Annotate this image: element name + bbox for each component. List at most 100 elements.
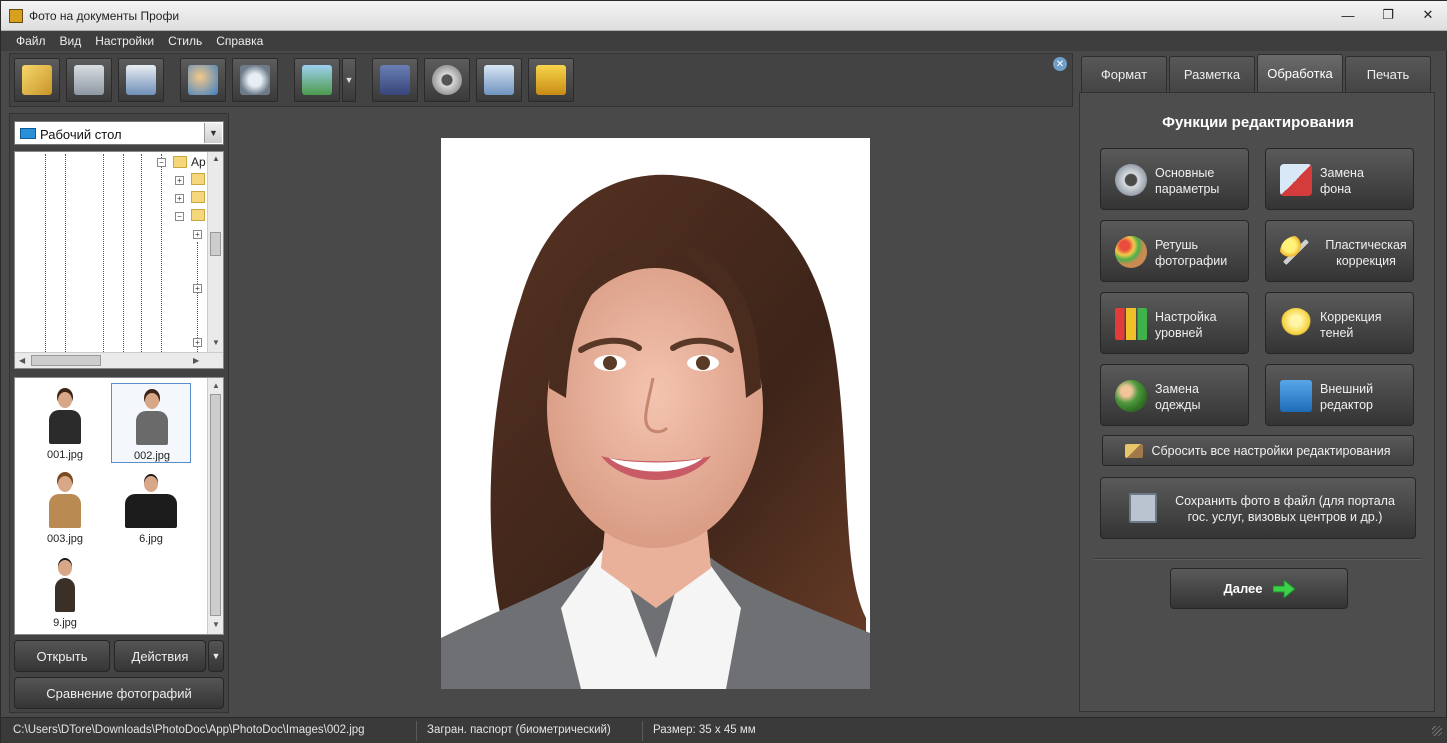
folder-open-icon (22, 65, 52, 95)
chevron-down-icon[interactable]: ▼ (204, 123, 222, 143)
levels-adjustment-button[interactable]: Настройка уровней (1100, 292, 1249, 354)
thumbnail-item-selected[interactable]: 002.jpg (111, 383, 191, 463)
button-label: Сохранить фото в файл (для портала гос. … (1175, 494, 1395, 524)
replace-clothing-button[interactable]: Замена одежды (1100, 364, 1249, 426)
home-button[interactable] (476, 58, 522, 102)
reset-settings-button[interactable]: Сбросить все настройки редактирования (1102, 435, 1414, 466)
tab-print[interactable]: Печать (1345, 56, 1431, 92)
tree-expand-icon[interactable]: + (193, 338, 202, 347)
scroll-down-icon[interactable]: ▼ (212, 620, 220, 629)
button-label: Основные параметры (1155, 166, 1220, 196)
thumbnail-list: 001.jpg 002.jpg 003.jpg 6.jpg 9.jpg ▲ ▼ (14, 377, 224, 635)
folder-icon (173, 156, 187, 168)
palette-icon (1115, 236, 1147, 268)
actions-dropdown-button[interactable]: ▼ (208, 640, 224, 672)
tree-expand-icon[interactable]: + (175, 176, 184, 185)
button-label: Коррекция теней (1320, 310, 1382, 340)
tab-layout[interactable]: Разметка (1169, 56, 1255, 92)
camera-button[interactable] (232, 58, 278, 102)
open-folder-button[interactable] (14, 58, 60, 102)
menu-help[interactable]: Справка (209, 31, 270, 51)
thumbnail-image (132, 389, 172, 447)
broom-icon (1125, 443, 1144, 458)
scroll-thumb[interactable] (210, 394, 221, 616)
thumbnail-vertical-scrollbar[interactable]: ▲ ▼ (207, 378, 223, 634)
scroll-right-icon[interactable]: ▶ (193, 356, 199, 365)
menu-style[interactable]: Стиль (161, 31, 209, 51)
thumbnail-item[interactable]: 9.jpg (25, 551, 105, 631)
replace-background-button[interactable]: Замена фона (1265, 148, 1414, 210)
photo-preview[interactable] (441, 138, 870, 689)
scroll-thumb[interactable] (210, 232, 221, 256)
close-button[interactable]: ✕ (1408, 1, 1447, 29)
gear-icon (1115, 164, 1147, 196)
save-photo-button[interactable]: Сохранить фото в файл (для портала гос. … (1100, 477, 1416, 539)
button-label: Далее (1223, 581, 1263, 596)
scroll-up-icon[interactable]: ▲ (212, 154, 220, 163)
magic-wand-icon (1280, 236, 1312, 268)
bar-chart-icon (1115, 308, 1147, 340)
thumbnail-image (45, 472, 85, 530)
thumbnail-item[interactable]: 6.jpg (111, 467, 191, 547)
scroll-thumb[interactable] (31, 355, 101, 366)
resize-grip-icon[interactable] (1432, 726, 1442, 736)
status-bar: C:\Users\DTore\Downloads\PhotoDoc\App\Ph… (1, 717, 1447, 743)
tree-guide-line (103, 154, 104, 352)
film-reel-icon (432, 65, 462, 95)
zoom-dropdown-button[interactable]: ▼ (342, 58, 356, 102)
external-editor-button[interactable]: Внешний редактор (1265, 364, 1414, 426)
folder-icon (191, 191, 205, 203)
save-button[interactable] (66, 58, 112, 102)
tab-format[interactable]: Формат (1081, 56, 1167, 92)
help-book-icon (380, 65, 410, 95)
scroll-left-icon[interactable]: ◀ (19, 356, 25, 365)
menu-view[interactable]: Вид (53, 31, 89, 51)
editing-panel: Функции редактирования Основные параметр… (1079, 92, 1435, 712)
tree-collapse-icon[interactable]: − (175, 212, 184, 221)
tab-processing[interactable]: Обработка (1257, 54, 1343, 92)
video-tutorial-button[interactable] (424, 58, 470, 102)
button-label: Внешний редактор (1320, 382, 1374, 412)
find-person-button[interactable] (180, 58, 226, 102)
zoom-image-button[interactable] (294, 58, 340, 102)
minimize-button[interactable]: — (1328, 1, 1368, 29)
next-button[interactable]: Далее (1170, 568, 1348, 609)
retouch-photo-button[interactable]: Ретушь фотографии (1100, 220, 1249, 282)
toolbar-close-icon[interactable]: ✕ (1053, 57, 1067, 71)
status-file-path: C:\Users\DTore\Downloads\PhotoDoc\App\Ph… (5, 721, 417, 741)
help-book-button[interactable] (372, 58, 418, 102)
tree-horizontal-scrollbar[interactable]: ◀ ▶ (15, 352, 223, 368)
print-button[interactable] (118, 58, 164, 102)
plastic-correction-button[interactable]: Пластическая коррекция (1265, 220, 1414, 282)
basic-parameters-button[interactable]: Основные параметры (1100, 148, 1249, 210)
actions-button[interactable]: Действия (114, 640, 206, 672)
tree-node-label[interactable]: Ap (191, 155, 206, 169)
scroll-down-icon[interactable]: ▼ (212, 338, 220, 347)
menu-settings[interactable]: Настройки (88, 31, 161, 51)
shop-cart-button[interactable] (528, 58, 574, 102)
window-title: Фото на документы Профи (29, 9, 180, 23)
paint-bucket-icon (1280, 164, 1312, 196)
shadow-correction-button[interactable]: Коррекция теней (1265, 292, 1414, 354)
button-label: Пластическая коррекция (1325, 238, 1407, 268)
open-button[interactable]: Открыть (14, 640, 110, 672)
thumbnail-item[interactable]: 001.jpg (25, 383, 105, 463)
tree-guide-line (197, 242, 198, 352)
divider (1094, 558, 1422, 560)
thumbnail-item[interactable]: 003.jpg (25, 467, 105, 547)
compare-photos-button[interactable]: Сравнение фотографий (14, 677, 224, 709)
desktop-icon (20, 128, 36, 139)
folder-tree[interactable]: − Ap + + − + + + ▲ ▼ ◀ ▶ (14, 151, 224, 369)
folder-select[interactable]: Рабочий стол ▼ (14, 121, 224, 145)
scroll-up-icon[interactable]: ▲ (212, 381, 220, 390)
tree-expand-icon[interactable]: + (175, 194, 184, 203)
tab-bar: Формат Разметка Обработка Печать (1081, 54, 1433, 92)
panel-title: Функции редактирования (1162, 114, 1354, 131)
tree-expand-icon[interactable]: + (193, 284, 202, 293)
tree-vertical-scrollbar[interactable]: ▲ ▼ (207, 152, 223, 352)
tree-guide-line (45, 154, 46, 352)
maximize-button[interactable]: ❐ (1368, 1, 1408, 29)
menu-file[interactable]: Файл (9, 31, 53, 51)
tree-expand-icon[interactable]: + (193, 230, 202, 239)
tree-collapse-icon[interactable]: − (157, 158, 166, 167)
